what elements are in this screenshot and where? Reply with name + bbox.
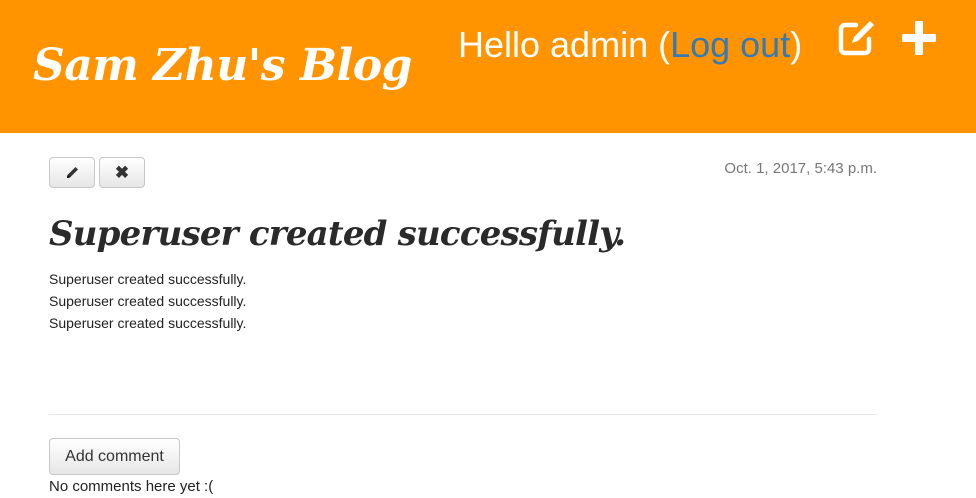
post-body-line: Superuser created successfully. (49, 271, 247, 287)
post-body: Superuser created successfully. Superuse… (49, 268, 246, 334)
logout-link[interactable]: Log out (670, 24, 790, 65)
blog-title-link[interactable]: Sam Zhu's Blog (33, 36, 412, 96)
delete-post-button[interactable]: ✖ (99, 157, 145, 188)
post-date: Oct. 1, 2017, 5:43 p.m. (724, 160, 877, 177)
divider (49, 414, 877, 415)
pencil-icon (67, 166, 78, 178)
post-body-line: Superuser created successfully. (49, 293, 247, 309)
greeting-prefix: Hello admin ( (458, 24, 671, 65)
greeting-suffix: ) (790, 24, 803, 65)
edit-post-icon[interactable] (836, 18, 876, 58)
no-comments-text: No comments here yet :( (49, 478, 214, 495)
add-comment-button[interactable]: Add comment (49, 438, 180, 475)
add-post-icon[interactable] (899, 18, 939, 58)
page-header: Sam Zhu's Blog Hello admin (Log out) (0, 0, 976, 133)
post-body-line: Superuser created successfully. (49, 315, 247, 331)
edit-post-button[interactable] (49, 157, 95, 188)
greeting: Hello admin (Log out) (458, 22, 802, 68)
post-title: Superuser created successfully. (49, 214, 626, 254)
